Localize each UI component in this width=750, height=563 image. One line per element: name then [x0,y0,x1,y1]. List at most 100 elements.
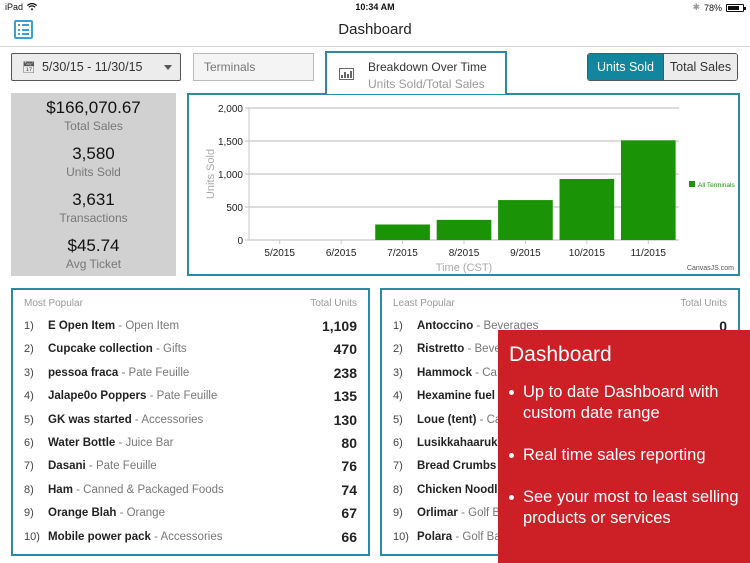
item-rank: 7) [393,460,403,473]
chart-credit: CanvasJS.com [686,265,734,272]
total-sales-button[interactable]: Total Sales [663,54,737,80]
product-category: - Accessories [150,530,223,543]
item-units: 130 [333,411,357,428]
stat-value: $166,070.67 [46,98,141,117]
list-item[interactable]: 7) Dasani - Pate Feuille 76 [24,457,357,477]
list-item[interactable]: 2) Cupcake collection - Gifts 470 [24,340,357,360]
units-column-header: Total Units [680,298,727,309]
product-category: - Accessories [131,413,204,426]
item-name: Jalape0o Poppers - Pate Feuille [48,390,217,402]
terminals-input[interactable] [193,53,314,81]
bar-chart-icon [339,68,354,80]
product-name: GK was started [48,413,132,426]
item-units: 470 [333,341,357,358]
item-rank: 3) [24,366,34,379]
item-name: Loue (tent) - Ca [417,414,501,426]
item-rank: 8) [24,483,34,496]
stat-value: $45.74 [67,236,120,255]
list-item[interactable]: 4) Jalape0o Poppers - Pate Feuille 135 [24,387,357,407]
legend-label: All Terminals [698,182,735,189]
item-units: 135 [333,388,357,405]
y-axis-title: Units Sold [205,149,217,199]
product-category: - Ca [471,366,497,379]
product-name: Jalape0o Poppers [48,390,147,403]
item-name: Orlimar - Golf B [417,507,500,519]
navigation-bar: Dashboard [0,14,750,47]
stat-label: Transactions [59,211,128,225]
item-name: GK was started - Accessories [48,414,203,426]
list-item[interactable]: 1) E Open Item - Open Item 1,109 [24,317,357,337]
promo-overlay: Dashboard Up to date Dashboard with cust… [498,330,750,563]
bar [498,200,553,240]
item-name: pessoa fraca - Pate Feuille [48,367,189,379]
product-name: E Open Item [48,320,116,332]
item-rank: 9) [393,507,403,520]
list-item[interactable]: 5) GK was started - Accessories 130 [24,411,357,431]
date-range-select[interactable]: 📅︎ 5/30/15 - 11/30/15 [11,53,181,81]
x-axis-title: Time (CST) [436,262,492,274]
list-title: Most Popular [24,298,83,309]
promo-bullet: See your most to least selling products … [506,487,746,529]
item-name: Cupcake collection - Gifts [48,343,187,355]
chevron-down-icon [164,65,172,70]
item-rank: 2) [393,343,403,356]
item-rank: 1) [24,320,34,332]
tab-subtitle: Units Sold/Total Sales [368,77,485,91]
item-rank: 9) [24,507,34,520]
item-units: 238 [333,364,357,381]
status-bar: iPad 10:34 AM ✱ 78% [0,0,750,14]
item-rank: 5) [393,413,403,426]
y-tick-label: 0 [237,236,243,247]
product-category: - Pate Feuille [85,460,157,473]
stat-total-sales: $166,070.67 Total Sales [11,98,176,133]
tab-title: Breakdown Over Time [368,60,487,74]
product-name: Chicken Noodl [417,483,498,496]
date-range-value: 5/30/15 - 11/30/15 [41,60,143,74]
item-units: 74 [341,481,357,498]
list-item[interactable]: 3) pessoa fraca - Pate Feuille 238 [24,364,357,384]
bluetooth-icon: ✱ [692,2,700,12]
battery-percent: 78% [703,2,722,13]
promo-bullets: Up to date Dashboard with custom date ra… [506,382,746,550]
product-name: Orange Blah [48,507,117,520]
summary-panel: $166,070.67 Total Sales 3,580 Units Sold… [11,93,176,276]
tab-breakdown-over-time[interactable]: Breakdown Over Time Units Sold/Total Sal… [325,51,507,94]
product-name: Ristretto [417,343,465,356]
item-name: Polara - Golf Ba [417,531,501,543]
item-name: Chicken Noodl [417,484,498,496]
chart-panel: 0 500 1,000 1,500 2,000 Units Sold 5/2015 6/201… [187,93,740,276]
product-category: - Open Item [115,320,180,332]
stat-value: 3,580 [72,144,115,163]
bar [436,219,492,240]
calendar-icon: 📅︎ [22,61,36,74]
product-name: Polara [417,530,453,543]
list-item[interactable]: 9) Orange Blah - Orange 67 [24,504,357,524]
y-tick-label: 500 [226,203,243,214]
units-column-header: Total Units [310,298,357,309]
units-sold-button[interactable]: Units Sold [588,54,663,80]
item-name: Bread Crumbs [417,460,496,472]
item-rank: 10) [393,530,409,543]
list-title: Least Popular [393,298,455,309]
list-item[interactable]: 6) Water Bottle - Juice Bar 80 [24,434,357,454]
clock: 10:34 AM [355,2,395,12]
product-name: Ham [48,483,73,496]
product-name: Dasani [48,460,86,473]
item-rank: 4) [24,390,34,403]
list-item[interactable]: 10) Mobile power pack - Accessories 66 [24,528,357,548]
item-rank: 8) [393,483,403,496]
y-tick-label: 1,000 [218,170,243,181]
item-name: Orange Blah - Orange [48,507,165,519]
x-tick-label: 6/2015 [326,248,357,259]
x-tick-label: 10/2015 [569,248,606,259]
item-name: Hexamine fuel [417,390,495,402]
item-rank: 4) [393,390,403,403]
battery-level [728,5,739,10]
list-item[interactable]: 8) Ham - Canned & Packaged Foods 74 [24,481,357,501]
item-units: 1,109 [321,318,357,334]
x-tick-label: 7/2015 [387,248,418,259]
legend-swatch [689,181,695,187]
x-tick-label: 5/2015 [264,248,295,259]
stat-label: Units Sold [66,165,121,179]
product-category: - Canned & Packaged Foods [72,483,224,496]
